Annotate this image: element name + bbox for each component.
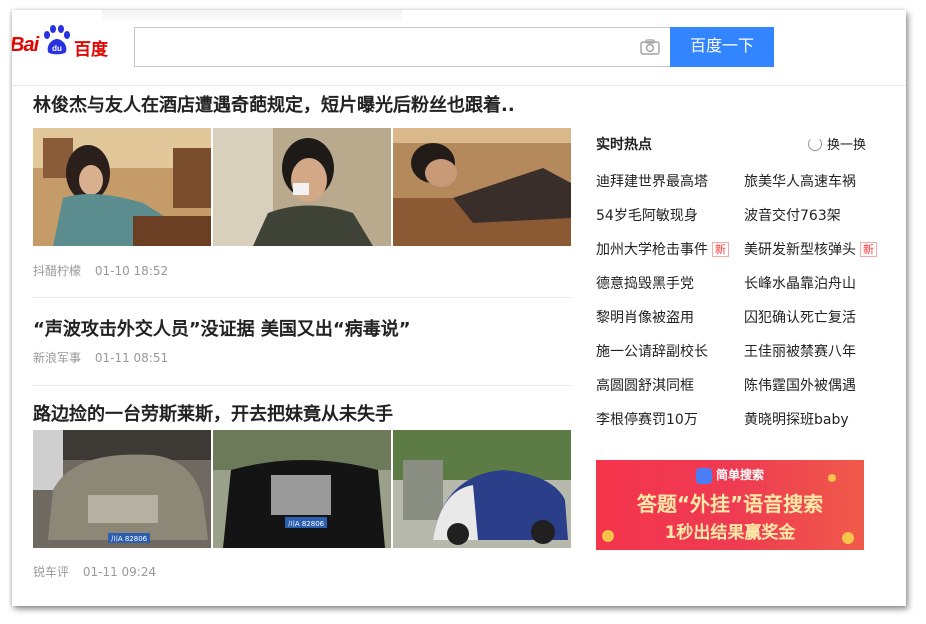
hot-item-text: 波音交付763架 [744,208,841,224]
hot-item-text: 黎明肖像被盗用 [596,310,694,326]
header-shadow [102,10,402,24]
hot-item[interactable]: 54岁毛阿敏现身 [596,204,744,238]
hot-item-text: 迪拜建世界最高塔 [596,174,708,190]
news-time: 01-11 08:51 [94,351,169,365]
hot-item[interactable]: 李根停赛罚10万 [596,408,744,442]
news-source: 抖醋柠檬 [33,264,82,278]
refresh-button[interactable]: 换一换 [807,134,866,153]
news-image[interactable] [393,128,571,246]
hot-list: 迪拜建世界最高塔 旅美华人高速车祸 54岁毛阿敏现身 波音交付763架 加州大学… [596,170,886,442]
hot-item-text: 施一公请辞副校长 [596,344,708,360]
hot-item-text: 陈伟霆国外被偶遇 [744,378,856,394]
news-time: 01-10 18:52 [94,264,169,278]
ad-brand: 简单搜索 [716,468,765,482]
ad-banner[interactable]: 简单搜索 答题“外挂”语音搜索 1秒出结果赢奖金 [596,460,864,550]
news-image[interactable]: 川A 82806 [213,430,391,548]
hot-item[interactable]: 波音交付763架 [744,204,886,238]
news-title[interactable]: 林俊杰与友人在酒店遭遇奇葩规定，短片曝光后粉丝也跟着.. [33,94,515,118]
app-icon [696,468,712,484]
new-badge: 新 [712,242,729,257]
hot-item[interactable]: 陈伟霆国外被偶遇 [744,374,886,408]
logo-cn: 百度 [74,40,108,60]
baidu-logo[interactable]: Bai du 百度 [12,24,122,60]
hot-item-text: 高圆圆舒淇同框 [596,378,694,394]
hot-item-text: 美研发新型核弹头 [744,242,856,258]
hot-item-text: 54岁毛阿敏现身 [596,208,698,224]
hot-header: 实时热点 换一换 [596,134,876,158]
header: Bai du 百度 百度一下 [12,10,906,86]
hot-item[interactable]: 德意捣毁黑手党 [596,272,744,306]
list-item[interactable]: 林俊杰与友人在酒店遭遇奇葩规定，短片曝光后粉丝也跟着.. 抖醋柠檬 01-10 … [33,86,573,298]
news-meta: 新浪军事 01-11 08:51 [33,350,168,366]
hot-item-text: 黄晓明探班baby [744,412,849,428]
browser-window: Bai du 百度 百度一下 林俊杰与友人在酒店遭遇奇葩规定，短片曝光后粉丝也跟… [12,10,906,606]
news-source: 锐车评 [33,565,70,579]
refresh-label: 换一换 [826,138,866,153]
news-source: 新浪军事 [33,351,82,365]
list-item[interactable]: “声波攻击外交人员”没证据 美国又出“病毒说” 新浪军事 01-11 08:51 [33,298,573,386]
search-button[interactable]: 百度一下 [670,27,774,67]
svg-text:du: du [52,44,62,53]
news-title[interactable]: “声波攻击外交人员”没证据 美国又出“病毒说” [33,318,411,342]
hot-item-text: 李根停赛罚10万 [596,412,698,428]
hot-item[interactable]: 高圆圆舒淇同框 [596,374,744,408]
hot-item-text: 长峰水晶靠泊舟山 [744,276,856,292]
new-badge: 新 [860,242,877,257]
hot-item[interactable]: 施一公请辞副校长 [596,340,744,374]
camera-icon[interactable] [640,39,660,55]
news-meta: 抖醋柠檬 01-10 18:52 [33,263,168,279]
hot-item[interactable]: 黎明肖像被盗用 [596,306,744,340]
hot-item-text: 德意捣毁黑手党 [596,276,694,292]
news-images: 川A 82806 川A 82806 [33,430,571,548]
hot-item-text: 旅美华人高速车祸 [744,174,856,190]
hot-item[interactable]: 长峰水晶靠泊舟山 [744,272,886,306]
search-input[interactable] [134,27,671,67]
hot-item[interactable]: 加州大学枪击事件新 [596,238,744,272]
hot-item[interactable]: 囚犯确认死亡复活 [744,306,886,340]
svg-text:川A 82806: 川A 82806 [288,520,325,528]
news-images [33,128,571,246]
paw-icon: du [44,25,70,55]
refresh-icon [807,137,822,151]
hot-panel: 实时热点 换一换 迪拜建世界最高塔 旅美华人高速车祸 54岁毛阿敏现身 波音交付… [596,134,877,428]
hot-item[interactable]: 王佳丽被禁赛八年 [744,340,886,374]
hot-item[interactable]: 美研发新型核弹头新 [744,238,886,272]
hot-item[interactable]: 旅美华人高速车祸 [744,170,886,204]
hot-item-text: 王佳丽被禁赛八年 [744,344,856,360]
hot-item[interactable]: 黄晓明探班baby [744,408,886,442]
coin-decoration [828,474,836,482]
news-image[interactable] [213,128,391,246]
news-feed: 林俊杰与友人在酒店遭遇奇葩规定，短片曝光后粉丝也跟着.. 抖醋柠檬 01-10 … [33,86,573,606]
logo-latin: Bai [12,34,39,56]
hot-item-text: 加州大学枪击事件 [596,242,708,258]
news-title[interactable]: 路边捡的一台劳斯莱斯，开去把妹竟从未失手 [33,403,393,427]
news-image[interactable] [393,430,571,548]
hot-title: 实时热点 [596,137,652,153]
ad-subline: 1秒出结果赢奖金 [664,523,796,543]
news-image[interactable]: 川A 82806 [33,430,211,548]
hot-item-text: 囚犯确认死亡复活 [744,310,856,326]
list-item[interactable]: 路边捡的一台劳斯莱斯，开去把妹竟从未失手 川A 82806 川A 82806 锐… [33,386,573,606]
ad-headline: 答题“外挂”语音搜索 [636,492,824,516]
news-time: 01-11 09:24 [82,565,157,579]
news-image[interactable] [33,128,211,246]
hot-item[interactable]: 迪拜建世界最高塔 [596,170,744,204]
news-meta: 锐车评 01-11 09:24 [33,564,156,580]
svg-text:川A 82806: 川A 82806 [111,535,148,543]
